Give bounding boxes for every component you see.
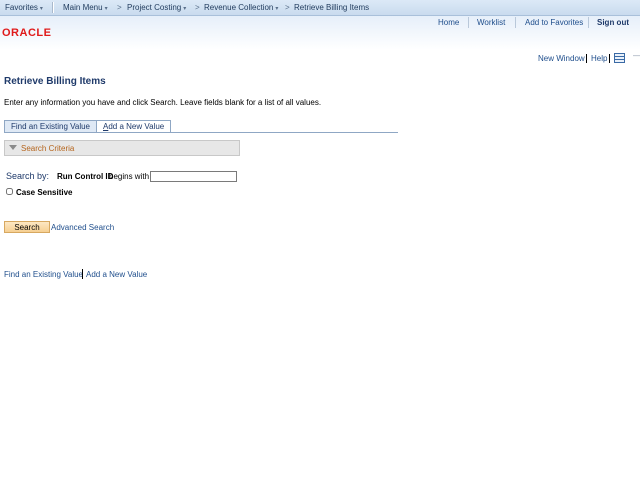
chevron-down-icon: ▾ — [183, 6, 187, 12]
header-divider — [515, 17, 516, 28]
tab-label: dd a New Value — [108, 122, 165, 131]
case-sensitive-checkbox[interactable] — [6, 188, 13, 195]
run-control-id-label: Run Control ID — [57, 172, 114, 181]
breadcrumb-current: Retrieve Billing Items — [294, 3, 370, 12]
chevron-right-icon: > — [195, 3, 200, 12]
operator-label: begins with — [109, 172, 150, 181]
sign-out-link[interactable]: Sign out — [597, 18, 629, 27]
footer-add-new-link[interactable]: Add a New Value — [86, 270, 147, 279]
home-link[interactable]: Home — [438, 18, 459, 27]
more-icon: — — [633, 51, 640, 60]
breadcrumb-label: Revenue Collection — [204, 3, 274, 12]
subheader-divider — [609, 54, 610, 63]
tab-underline — [4, 132, 398, 133]
breadcrumb-label: Project Costing — [127, 3, 182, 12]
add-to-favorites-link[interactable]: Add to Favorites — [525, 18, 583, 27]
chevron-right-icon: > — [285, 3, 290, 12]
advanced-search-link[interactable]: Advanced Search — [51, 223, 114, 232]
oracle-logo: ORACLE — [2, 27, 52, 39]
collapse-triangle-icon[interactable] — [9, 145, 17, 150]
footer-divider — [82, 269, 83, 279]
breadcrumb-bar: Favorites ▾ Main Menu ▾ > Project Costing ▾… — [0, 0, 640, 16]
layout-grid-icon[interactable] — [614, 53, 625, 63]
case-sensitive-label: Case Sensitive — [16, 188, 73, 197]
breadcrumb-divider — [52, 2, 54, 13]
breadcrumb-project-costing[interactable]: Project Costing ▾ — [127, 3, 186, 12]
chevron-down-icon: ▾ — [275, 6, 279, 12]
header-divider — [588, 17, 589, 28]
search-button[interactable]: Search — [4, 221, 50, 233]
favorites-menu[interactable]: Favorites ▾ — [5, 3, 43, 12]
chevron-down-icon: ▾ — [104, 6, 108, 12]
header-divider — [468, 17, 469, 28]
worklist-link[interactable]: Worklist — [477, 18, 505, 27]
search-criteria-label: Search Criteria — [21, 144, 75, 153]
footer-find-existing-link[interactable]: Find an Existing Value — [4, 270, 83, 279]
page-title: Retrieve Billing Items — [4, 76, 106, 87]
run-control-id-input[interactable] — [150, 171, 237, 182]
breadcrumb-revenue-collection[interactable]: Revenue Collection ▾ — [204, 3, 278, 12]
chevron-down-icon: ▾ — [39, 6, 43, 12]
new-window-link[interactable]: New Window — [538, 54, 585, 63]
search-criteria-bar[interactable]: Search Criteria — [4, 140, 240, 156]
instructions-text: Enter any information you have and click… — [4, 98, 322, 107]
help-link[interactable]: Help — [591, 54, 607, 63]
main-menu-label: Main Menu — [63, 3, 103, 12]
favorites-label: Favorites — [5, 3, 38, 12]
main-menu[interactable]: Main Menu ▾ — [63, 3, 108, 12]
subheader-divider — [586, 54, 587, 63]
search-by-label: Search by: — [6, 171, 50, 181]
chevron-right-icon: > — [117, 3, 122, 12]
